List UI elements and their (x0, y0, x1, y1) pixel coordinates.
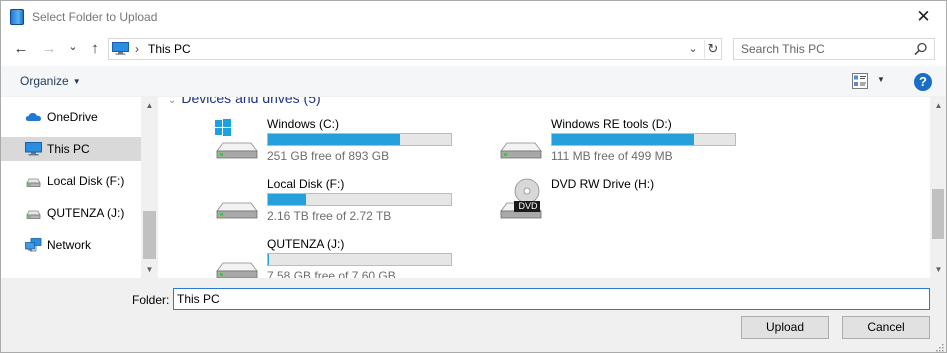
capacity-bar (551, 133, 736, 146)
content-scrollbar[interactable]: ▲ ▼ (930, 97, 946, 278)
app-icon (10, 9, 24, 25)
sidebar-item-local-disk-f[interactable]: Local Disk (F:) (1, 169, 141, 193)
windows-drive-icon (215, 119, 258, 159)
back-button[interactable]: ← (12, 40, 30, 58)
sidebar-item-onedrive[interactable]: OneDrive (1, 105, 141, 129)
hard-drive-icon (500, 142, 542, 159)
sidebar-item-label: Local Disk (F:) (47, 174, 125, 188)
window-title: Select Folder to Upload (32, 10, 158, 24)
scrollbar-thumb[interactable] (143, 211, 156, 259)
address-dropdown-button[interactable]: ⌄ (686, 41, 700, 57)
free-space-text: 111 MB free of 499 MB (551, 149, 673, 163)
capacity-bar-fill (268, 254, 269, 265)
computer-icon (25, 142, 42, 156)
sidebar-item-this-pc[interactable]: This PC (1, 137, 141, 161)
drive-item-c[interactable]: Windows (C:) 251 GB free of 893 GB (215, 117, 475, 169)
command-bar: Organize ▼ ▼ ? (1, 66, 946, 97)
hard-drive-icon (216, 262, 258, 278)
close-button[interactable]: ✕ (901, 1, 946, 32)
recent-locations-button[interactable]: ⌄ (64, 38, 82, 56)
navigation-pane: OneDrive This PC Local Disk (F:) QUTENZA… (1, 97, 158, 278)
sidebar-item-label: This PC (47, 142, 90, 156)
scrollbar-thumb[interactable] (932, 189, 944, 239)
scroll-down-button[interactable]: ▼ (141, 261, 158, 278)
drive-item-j[interactable]: QUTENZA (J:) 7.58 GB free of 7.60 GB (215, 237, 475, 278)
organize-label: Organize (20, 74, 69, 88)
capacity-bar-fill (268, 194, 306, 205)
organize-menu-button[interactable]: Organize ▼ (20, 74, 81, 88)
search-input[interactable]: Search This PC (741, 42, 825, 56)
drive-item-h[interactable]: DVD DVD RW Drive (H:) (499, 177, 759, 229)
drive-name: QUTENZA (J:) (267, 237, 345, 251)
drive-list: ⌄ Devices and drives (5) Windows (C:) 251… (158, 97, 930, 278)
free-space-text: 7.58 GB free of 7.60 GB (267, 269, 396, 278)
drive-item-d[interactable]: Windows RE tools (D:) 111 MB free of 499… (499, 117, 759, 169)
capacity-bar (267, 253, 452, 266)
drive-name: DVD RW Drive (H:) (551, 177, 655, 191)
scroll-up-button[interactable]: ▲ (930, 97, 946, 114)
up-button[interactable]: ↑ (86, 40, 104, 58)
chevron-down-icon: ⌄ (168, 97, 177, 106)
dvd-badge: DVD (518, 201, 538, 211)
folder-label: Folder: (132, 293, 170, 307)
dialog-footer: Folder: This PC Upload Cancel (1, 278, 946, 352)
breadcrumb-this-pc[interactable]: This PC (148, 42, 191, 56)
sidebar-item-qutenza-j[interactable]: QUTENZA (J:) (1, 201, 141, 225)
chevron-down-icon: ▼ (72, 77, 81, 86)
computer-icon (112, 42, 129, 55)
network-icon (25, 238, 42, 252)
drive-icon (26, 210, 41, 219)
sidebar-item-label: Network (47, 238, 92, 252)
search-box[interactable]: Search This PC (733, 38, 935, 60)
address-bar[interactable]: › This PC ⌄ ↻ (108, 38, 722, 60)
cloud-icon (25, 112, 41, 121)
free-space-text: 2.16 TB free of 2.72 TB (267, 209, 392, 223)
upload-folder-dialog: Select Folder to Upload ✕ ← → ⌄ ↑ › This… (0, 0, 947, 353)
refresh-button[interactable]: ↻ (704, 40, 721, 58)
drive-name: Local Disk (F:) (267, 177, 345, 191)
sidebar-item-label: OneDrive (47, 110, 98, 124)
breadcrumb-separator[interactable]: › (135, 42, 139, 56)
title-bar: Select Folder to Upload ✕ (1, 1, 946, 32)
drive-name: Windows RE tools (D:) (551, 117, 672, 131)
folder-name-input[interactable]: This PC (173, 288, 930, 310)
capacity-bar (267, 193, 452, 206)
cancel-button[interactable]: Cancel (842, 316, 930, 339)
change-view-icon[interactable] (852, 73, 868, 89)
search-icon[interactable] (914, 42, 928, 56)
free-space-text: 251 GB free of 893 GB (267, 149, 390, 163)
capacity-bar-fill (268, 134, 400, 145)
drive-icon (26, 178, 41, 187)
group-header[interactable]: ⌄ Devices and drives (5) (168, 97, 321, 106)
group-header-label: Devices and drives (5) (181, 97, 321, 106)
help-icon[interactable]: ? (914, 73, 932, 91)
scroll-up-button[interactable]: ▲ (141, 97, 158, 114)
sidebar-item-label: QUTENZA (J:) (47, 206, 125, 220)
hard-drive-icon (216, 202, 258, 219)
resize-grip-icon[interactable] (934, 342, 944, 352)
drive-name: Windows (C:) (267, 117, 340, 131)
navigation-pane-scrollbar[interactable]: ▲ ▼ (141, 97, 158, 278)
capacity-bar-fill (552, 134, 695, 145)
scroll-down-button[interactable]: ▼ (930, 261, 946, 278)
sidebar-item-network[interactable]: Network (1, 233, 141, 257)
upload-button[interactable]: Upload (741, 316, 829, 339)
view-options-dropdown[interactable]: ▼ (877, 75, 885, 84)
drive-item-f[interactable]: Local Disk (F:) 2.16 TB free of 2.72 TB (215, 177, 475, 229)
capacity-bar (267, 133, 452, 146)
forward-button[interactable]: → (40, 40, 58, 58)
